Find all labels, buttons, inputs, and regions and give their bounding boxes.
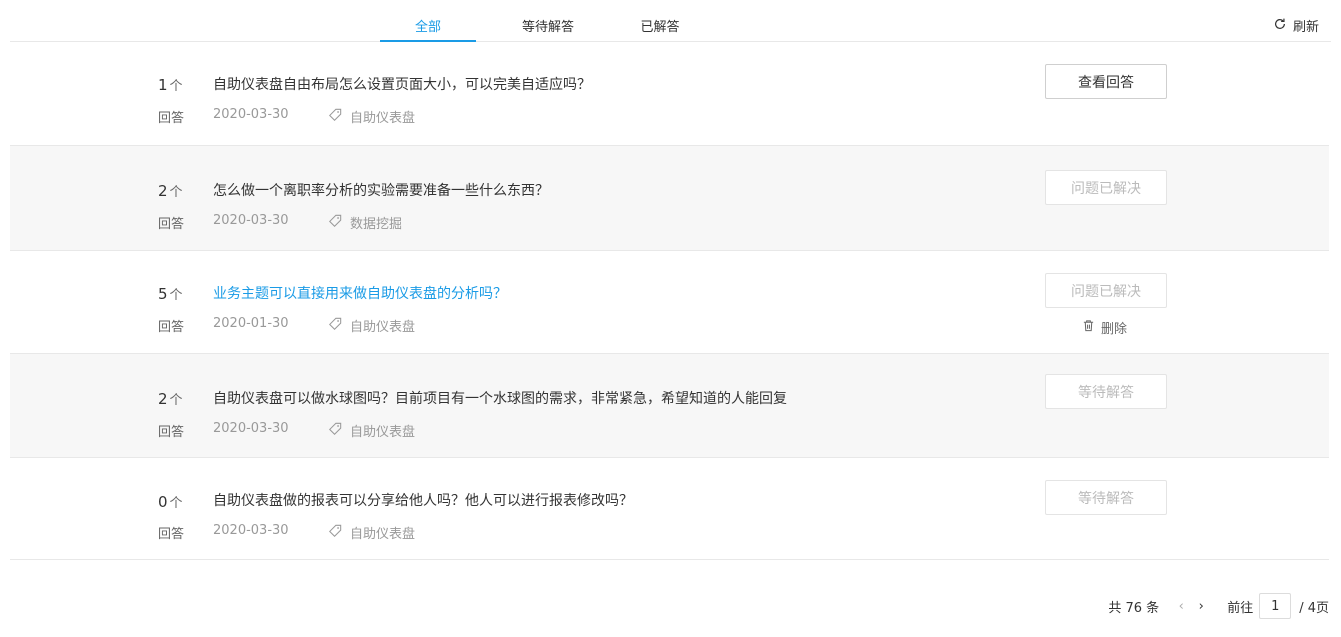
refresh-icon (1273, 17, 1287, 35)
question-tag[interactable]: 数据挖掘 (328, 213, 402, 232)
total-count: 共 76 条 (1108, 600, 1160, 616)
question-date: 2020-03-30 (213, 107, 289, 122)
question-tag[interactable]: 自助仪表盘 (328, 523, 415, 542)
answer-count: 1个 (158, 76, 183, 94)
question-date: 2020-03-30 (213, 213, 289, 228)
tag-icon (328, 317, 342, 335)
total-pages: / 4页 (1299, 600, 1329, 616)
question-row: 0个 回答 自助仪表盘做的报表可以分享给他人吗？他人可以进行报表修改吗？ 202… (10, 458, 1329, 560)
tag-icon (328, 214, 342, 232)
question-title[interactable]: 自助仪表盘可以做水球图吗？目前项目有一个水球图的需求，非常紧急，希望知道的人能回… (213, 388, 787, 408)
question-row: 5个 回答 业务主题可以直接用来做自助仪表盘的分析吗？ 2020-01-30 自… (10, 251, 1329, 354)
tag-icon (328, 108, 342, 126)
page-number-input[interactable] (1259, 593, 1292, 619)
tab-answered[interactable]: 已解答 (632, 16, 688, 42)
trash-icon (1082, 319, 1095, 336)
answer-count-label: 回答 (158, 527, 185, 542)
question-tag[interactable]: 自助仪表盘 (328, 421, 415, 440)
answer-count: 5个 (158, 285, 183, 303)
view-answer-button[interactable]: 查看回答 (1045, 64, 1167, 99)
question-row: 2个 回答 自助仪表盘可以做水球图吗？目前项目有一个水球图的需求，非常紧急，希望… (10, 354, 1329, 458)
question-tag[interactable]: 自助仪表盘 (328, 107, 415, 126)
answer-count: 2个 (158, 182, 183, 200)
answer-count-label: 回答 (158, 425, 185, 440)
question-date: 2020-03-30 (213, 523, 289, 538)
question-row: 2个 回答 怎么做一个离职率分析的实验需要准备一些什么东西？ 2020-03-3… (10, 146, 1329, 251)
tabs-bar: 全部 等待解答 已解答 刷新 (10, 0, 1331, 42)
question-date: 2020-01-30 (213, 316, 289, 331)
next-page-chevron-icon[interactable]: › (1191, 599, 1211, 614)
question-list: 1个 回答 自助仪表盘自由布局怎么设置页面大小，可以完美自适应吗？ 2020-0… (10, 42, 1329, 560)
refresh-button[interactable]: 刷新 (1273, 16, 1319, 35)
answer-count-label: 回答 (158, 111, 185, 126)
answer-count: 0个 (158, 493, 183, 511)
tag-icon (328, 422, 342, 440)
prev-page-chevron-icon[interactable]: ‹ (1171, 599, 1191, 614)
resolved-status-button[interactable]: 问题已解决 (1045, 273, 1167, 308)
resolved-status-button[interactable]: 问题已解决 (1045, 170, 1167, 205)
answer-count: 2个 (158, 390, 183, 408)
question-title[interactable]: 怎么做一个离职率分析的实验需要准备一些什么东西？ (213, 180, 549, 200)
tag-icon (328, 524, 342, 542)
waiting-status-button[interactable]: 等待解答 (1045, 480, 1167, 515)
question-date: 2020-03-30 (213, 421, 289, 436)
answer-count-label: 回答 (158, 320, 185, 335)
tab-waiting[interactable]: 等待解答 (510, 16, 586, 42)
answer-count-label: 回答 (158, 217, 185, 232)
refresh-label: 刷新 (1292, 20, 1319, 35)
question-title[interactable]: 自助仪表盘自由布局怎么设置页面大小，可以完美自适应吗？ (213, 74, 591, 94)
goto-label: 前往 (1227, 600, 1254, 616)
question-tag[interactable]: 自助仪表盘 (328, 316, 415, 335)
waiting-status-button[interactable]: 等待解答 (1045, 374, 1167, 409)
question-title[interactable]: 自助仪表盘做的报表可以分享给他人吗？他人可以进行报表修改吗？ (213, 490, 633, 510)
question-row: 1个 回答 自助仪表盘自由布局怎么设置页面大小，可以完美自适应吗？ 2020-0… (10, 42, 1329, 146)
question-title[interactable]: 业务主题可以直接用来做自助仪表盘的分析吗？ (213, 283, 507, 303)
tab-all[interactable]: 全部 (394, 16, 462, 42)
delete-button[interactable]: 删除 (1082, 318, 1127, 337)
pagination: 共 76 条 ‹ › 前往 / 4页 (1108, 593, 1329, 619)
